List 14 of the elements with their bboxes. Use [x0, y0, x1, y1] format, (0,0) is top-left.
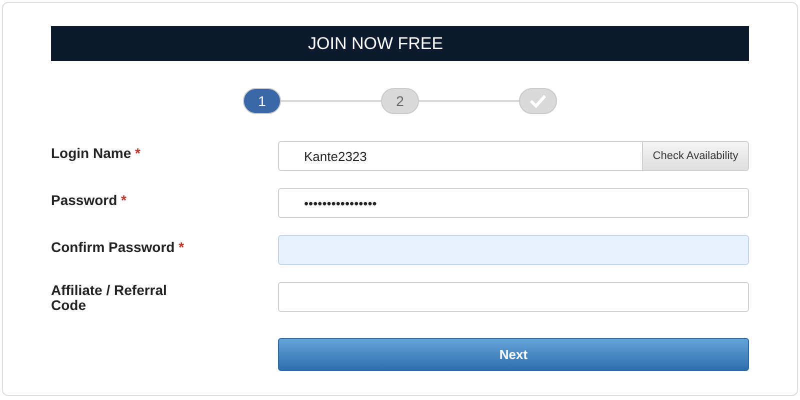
input-field[interactable]: ••••••••••••••••: [278, 188, 749, 218]
field-label: Confirm Password *: [51, 240, 186, 255]
field-label: Affiliate / Referral Code: [51, 283, 168, 313]
step-indicator: 2: [381, 88, 419, 114]
input-field[interactable]: [278, 282, 749, 312]
input-field[interactable]: Kante2323: [278, 141, 643, 171]
step-indicator: 1: [243, 88, 281, 114]
next-button[interactable]: Next: [278, 338, 749, 371]
field-label: Password *: [51, 193, 128, 208]
input-field[interactable]: [278, 235, 749, 265]
form-title: JOIN NOW FREE: [308, 32, 444, 55]
field-label: Login Name *: [51, 146, 142, 161]
check-availability-button[interactable]: Check Availability: [643, 141, 749, 171]
checkmark-icon: [529, 94, 547, 108]
